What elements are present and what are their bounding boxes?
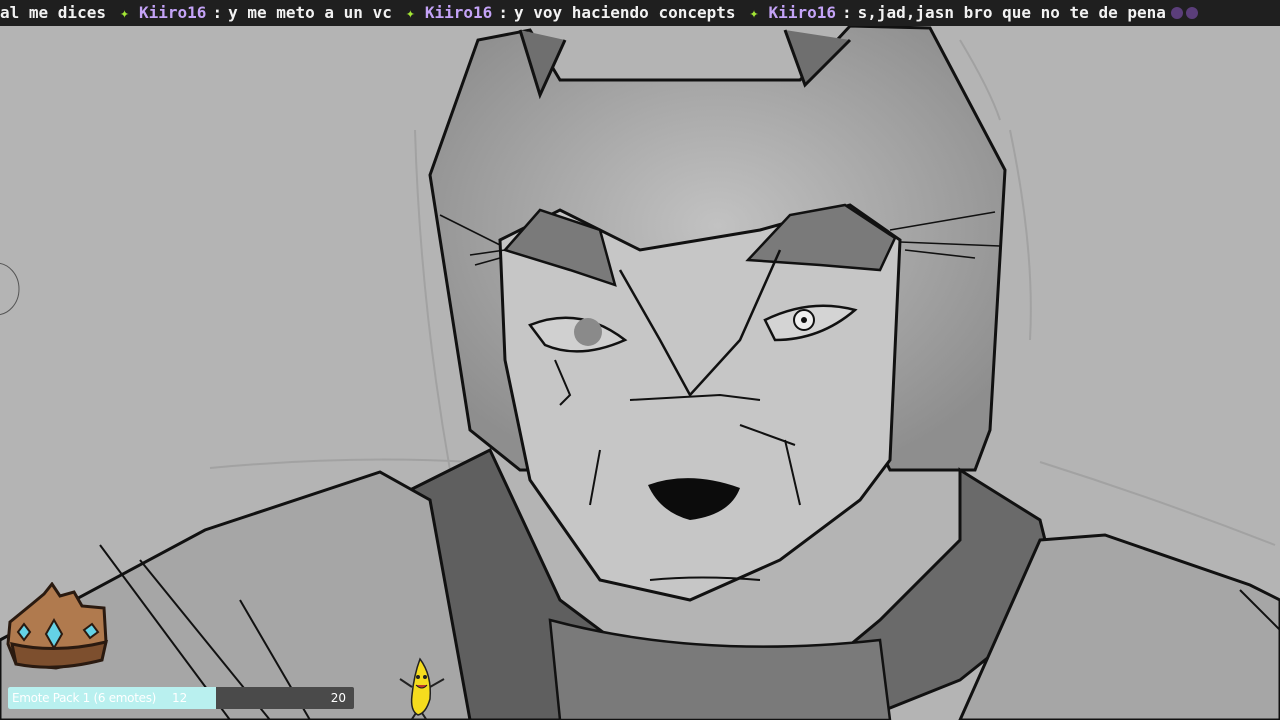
chat-separator: : — [498, 3, 508, 22]
chat-separator: : — [841, 3, 852, 22]
chat-text: s,jad,jasn bro que no te de pena — [857, 3, 1166, 22]
emote-goal-label: Emote Pack 1 (6 emotes) — [12, 691, 157, 705]
brush-cursor-icon — [0, 262, 20, 316]
chat-separator: : — [212, 3, 223, 22]
crown-icon — [6, 582, 108, 670]
chat-ticker: al me dices ✦ Kiiro16 : y me meto a un v… — [0, 0, 1280, 26]
ticker-lead-text: al me dices — [0, 3, 106, 22]
dancing-banana-icon — [399, 657, 445, 720]
emote-icon — [1170, 7, 1198, 19]
star-icon: ✦ — [405, 4, 415, 22]
chat-text: y voy haciendo concepts — [513, 3, 736, 22]
emote-goal-target: 20 — [330, 691, 346, 705]
chat-text: y me meto a un vc — [228, 3, 392, 22]
chat-username: Kiiro16 — [424, 3, 493, 22]
star-icon: ✦ — [119, 4, 129, 22]
ticker-message: ✦ Kiiro16 : s,jad,jasn bro que no te de … — [750, 0, 1208, 26]
star-icon: ✦ — [749, 4, 759, 22]
chat-username: Kiiro16 — [768, 3, 836, 22]
ticker-message: ✦ Kiiro16 : y me meto a un vc — [120, 0, 392, 26]
ticker-track: al me dices ✦ Kiiro16 : y me meto a un v… — [0, 0, 1222, 26]
emote-goal-current: 12 — [172, 691, 188, 705]
emote-goal-bar: Emote Pack 1 (6 emotes) 12 20 — [8, 687, 354, 709]
ticker-lead-message: al me dices — [0, 0, 106, 26]
ticker-message: ✦ Kiiro16 : y voy haciendo concepts — [406, 0, 736, 26]
drawing-canvas[interactable] — [0, 0, 1280, 720]
chat-username: Kiiro16 — [139, 3, 207, 22]
